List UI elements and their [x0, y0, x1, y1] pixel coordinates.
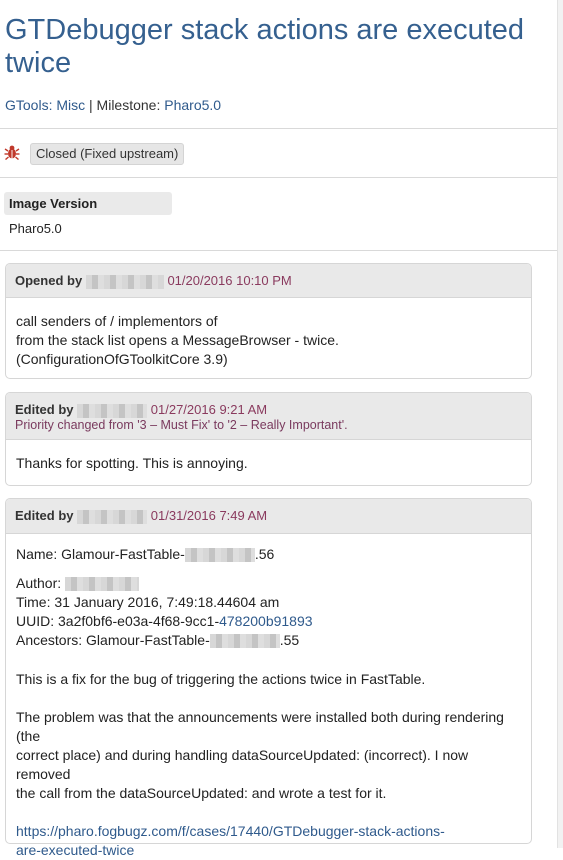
case-url-line[interactable]: https://pharo.fogbugz.com/f/cases/17440/… [16, 822, 521, 841]
commit-uuid-prefix: UUID: 3a2f0bf6-e03a-4f68-9cc1- [16, 613, 220, 629]
event-header: Edited by 01/31/2016 7:49 AM [6, 499, 531, 534]
event-action: Edited by [15, 402, 74, 417]
commit-uuid-line: UUID: 3a2f0bf6-e03a-4f68-9cc1-478200b918… [16, 612, 521, 631]
event-opened: Opened by 01/20/2016 10:10 PM call sende… [5, 263, 532, 379]
milestone-label: Milestone: [96, 97, 161, 113]
event-header: Opened by 01/20/2016 10:10 PM [6, 264, 531, 298]
case-meta: GTools: Misc | Milestone: Pharo5.0 [5, 97, 221, 113]
commit-ancestors-suffix: .55 [279, 632, 300, 648]
milestone-link[interactable]: Pharo5.0 [164, 97, 221, 113]
priority-change-note: Priority changed from '3 – Must Fix' to … [15, 418, 348, 432]
image-version-label: Image Version [4, 192, 172, 215]
event-text-line: from the stack list opens a MessageBrows… [16, 332, 339, 348]
commit-message-line: the call from the dataSourceUpdated: and… [16, 785, 387, 801]
divider [0, 250, 558, 251]
commit-author-label: Author: [16, 575, 62, 591]
commit-name-line: Name: Glamour-FastTable- .56 [16, 545, 521, 564]
redacted-user-name [77, 403, 148, 418]
event-body: Thanks for spotting. This is annoying. [6, 440, 531, 473]
commit-ancestors-prefix: Ancestors: Glamour-FastTable- [16, 632, 210, 648]
divider [0, 128, 558, 129]
event-text-line: (ConfigurationOfGToolkitCore 3.9) [16, 351, 228, 367]
commit-ancestors-line: Ancestors: Glamour-FastTable- .55 [16, 631, 521, 650]
case-url-link[interactable]: https://pharo.fogbugz.com/f/cases/17440/… [16, 822, 521, 860]
case-page: GTDebugger stack actions are executed tw… [0, 0, 558, 858]
meta-separator: | [89, 97, 93, 113]
event-date: 01/31/2016 7:49 AM [150, 508, 268, 523]
event-date: 01/20/2016 10:10 PM [167, 273, 292, 288]
event-header-line: Edited by 01/27/2016 9:21 AM [15, 402, 522, 418]
commit-time-line: Time: 31 January 2016, 7:49:18.44604 am [16, 594, 280, 610]
event-text-line: call senders of / implementors of [16, 313, 218, 329]
page-title: GTDebugger stack actions are executed tw… [5, 14, 525, 79]
image-version-value: Pharo5.0 [9, 221, 62, 236]
status-badge: Closed (Fixed upstream) [30, 143, 185, 165]
event-date: 01/27/2016 9:21 AM [150, 402, 268, 417]
event-edited: Edited by 01/27/2016 9:21 AM Priority ch… [5, 392, 532, 486]
commit-message-line: correct place) and during handling dataS… [16, 747, 469, 782]
event-action: Opened by [15, 273, 83, 288]
redacted-commit-author [209, 634, 280, 649]
redacted-commit-author [184, 548, 255, 563]
case-url-line[interactable]: are-executed-twice [16, 841, 521, 860]
event-header: Edited by 01/27/2016 9:21 AM Priority ch… [6, 393, 531, 440]
commit-author-line: Author: [16, 574, 521, 593]
redacted-user-name [77, 509, 148, 524]
commit-message-line: The problem was that the announcements w… [16, 709, 504, 744]
redacted-user-name [85, 274, 164, 289]
commit-name-suffix: .56 [254, 546, 275, 562]
bug-icon [4, 145, 20, 160]
event-edited: Edited by 01/31/2016 7:49 AM Name: Glamo… [5, 498, 532, 858]
divider [0, 177, 558, 178]
commit-message-line: This is a fix for the bug of triggering … [16, 671, 426, 687]
event-action: Edited by [15, 508, 74, 523]
redacted-commit-author [65, 577, 140, 592]
commit-name-prefix: Name: Glamour-FastTable- [16, 546, 185, 562]
event-body: Name: Glamour-FastTable- .56 Author: Time… [6, 534, 531, 860]
event-text-line: Thanks for spotting. This is annoying. [16, 455, 248, 471]
scrollbar[interactable] [557, 0, 563, 848]
project-link[interactable]: GTools: Misc [5, 97, 85, 113]
event-body: call senders of / implementors of from t… [6, 298, 531, 369]
commit-uuid-link[interactable]: 478200b91893 [219, 613, 312, 629]
commit-message-paragraph: The problem was that the announcements w… [16, 708, 521, 803]
